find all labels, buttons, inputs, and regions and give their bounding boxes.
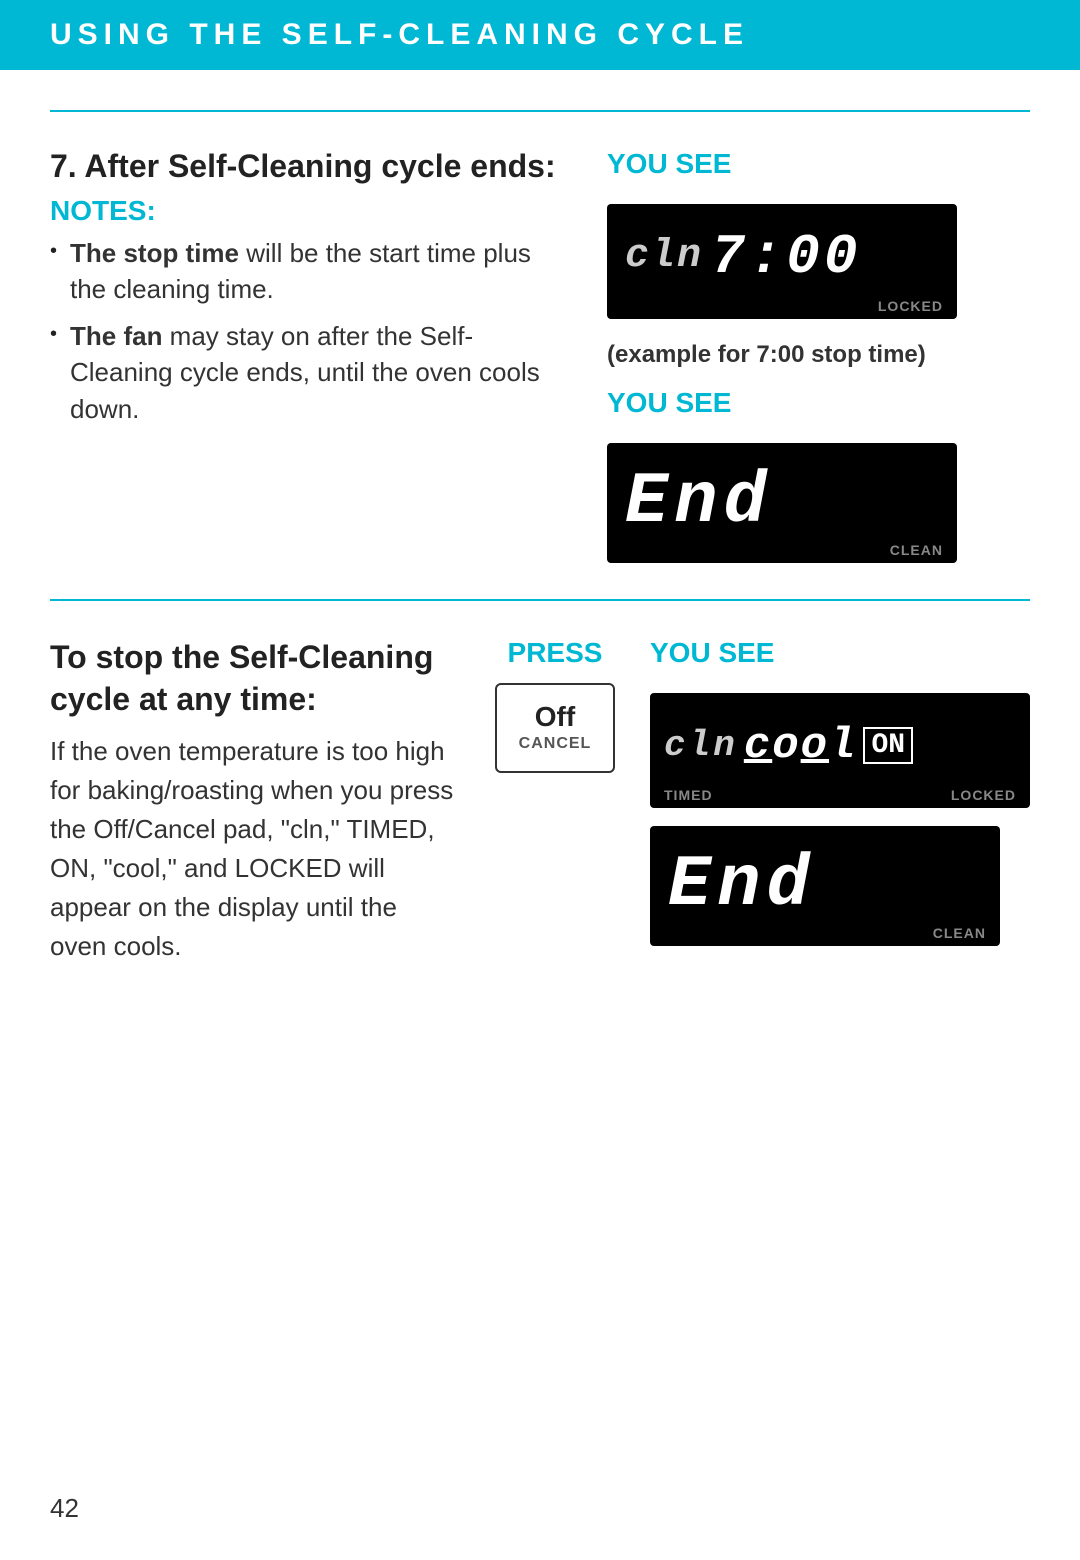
section2-body: If the oven temperature is too high for … [50, 732, 460, 966]
display-screen-2: End CLEAN [607, 443, 957, 563]
display-inner-4: End [668, 836, 982, 918]
display2-end-text: End [625, 458, 773, 538]
display-screen-4: End CLEAN [650, 826, 1000, 946]
display1-caption: (example for 7:00 stop time) [607, 341, 926, 369]
note-item-1: The stop time will be the start time plu… [50, 235, 567, 308]
header-banner: USING THE SELF-CLEANING CYCLE [0, 0, 1080, 70]
section2-right: YOU SEE cln cool ON TIMED LOCKED End CL [650, 637, 1030, 946]
press-button-bottom-text: CANCEL [519, 735, 592, 753]
display3-on-text: ON [863, 727, 913, 764]
page-title: USING THE SELF-CLEANING CYCLE [50, 18, 749, 51]
clean-indicator-1: CLEAN [890, 542, 943, 558]
section2-left: To stop the Self-Cleaning cycle at any t… [50, 637, 460, 966]
section2-row: To stop the Self-Cleaning cycle at any t… [50, 637, 1030, 966]
section1-right: YOU SEE cln 7:00 LOCKED (example for 7:0… [607, 148, 1030, 563]
notes-list: The stop time will be the start time plu… [50, 235, 567, 427]
note-item-2: The fan may stay on after the Self-Clean… [50, 318, 567, 427]
section2-title: To stop the Self-Cleaning cycle at any t… [50, 637, 460, 720]
timed-indicator: TIMED [664, 787, 713, 803]
locked-indicator-1: LOCKED [878, 298, 943, 314]
clean-indicator-2: CLEAN [933, 925, 986, 941]
section2-middle: PRESS Off CANCEL [490, 637, 620, 773]
section1-title: 7. After Self-Cleaning cycle ends: [50, 148, 567, 185]
press-button-top-text: Off [535, 703, 575, 731]
you-see-label-3: YOU SEE [650, 637, 774, 669]
display3-cln-text: cln [664, 728, 738, 764]
you-see-label-1: YOU SEE [607, 148, 731, 180]
locked-indicator-2: LOCKED [951, 787, 1016, 803]
press-label: PRESS [508, 637, 603, 669]
display-inner-2: End [625, 453, 939, 535]
display-inner-1: cln 7:00 [625, 214, 939, 291]
main-content: 7. After Self-Cleaning cycle ends: NOTES… [0, 70, 1080, 1006]
display1-cln-text: cln [625, 234, 703, 279]
section1-row: 7. After Self-Cleaning cycle ends: NOTES… [50, 148, 1030, 563]
notes-label: NOTES: [50, 195, 567, 227]
display3-cool-text: cool [744, 724, 858, 768]
display-screen-1: cln 7:00 LOCKED [607, 204, 957, 319]
page-number: 42 [50, 1493, 79, 1524]
section1-left: 7. After Self-Cleaning cycle ends: NOTES… [50, 148, 567, 437]
mid-divider [50, 599, 1030, 601]
display-inner-3: cln cool ON [664, 703, 1016, 780]
off-cancel-button[interactable]: Off CANCEL [495, 683, 615, 773]
you-see-label-2: YOU SEE [607, 387, 731, 419]
top-divider [50, 110, 1030, 112]
display4-end-text: End [668, 841, 816, 921]
display-screen-3: cln cool ON TIMED LOCKED [650, 693, 1030, 808]
display1-time-text: 7:00 [711, 229, 861, 285]
